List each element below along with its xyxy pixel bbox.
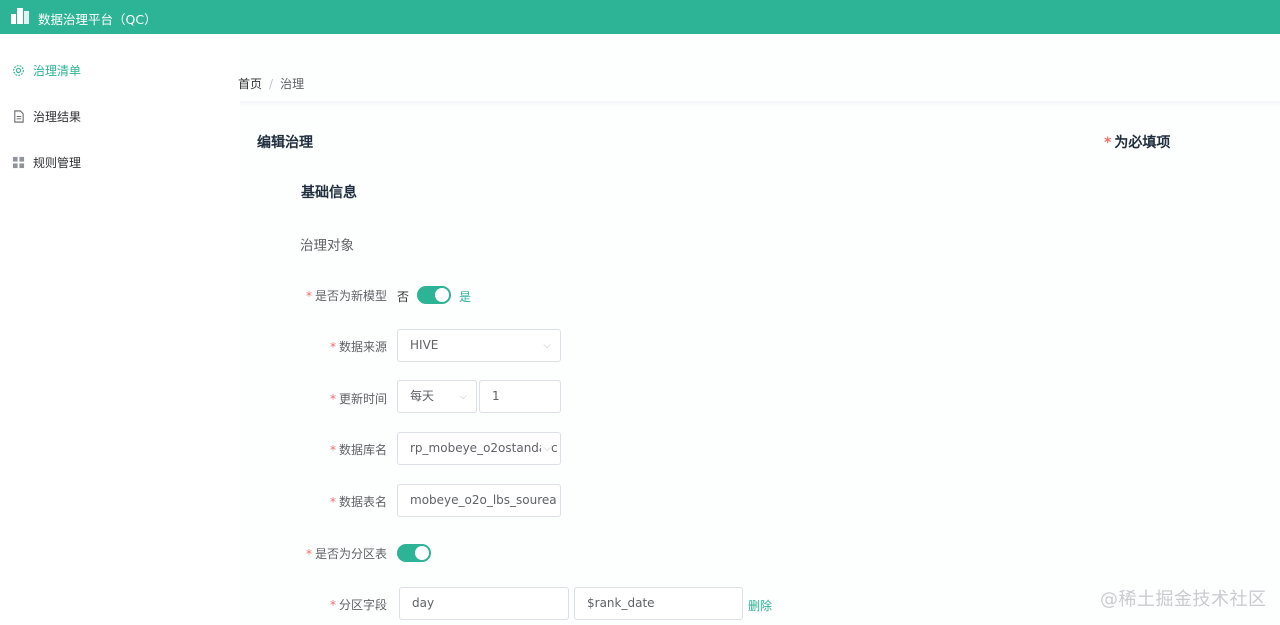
- breadcrumb-separator: /: [269, 77, 274, 91]
- required-star: *: [329, 598, 336, 612]
- is-new-model-on-text: 是: [459, 290, 472, 304]
- data-source-select[interactable]: HIVE ⌵: [397, 329, 561, 362]
- sidebar-item-rule-management[interactable]: 规则管理: [12, 152, 81, 172]
- sidebar-item-label: 治理清单: [33, 63, 82, 78]
- chevron-down-icon: ⌵: [541, 433, 551, 464]
- breadcrumb-current: 治理: [280, 77, 305, 91]
- database-select[interactable]: rp_mobeye_o2ostandarc ⌵: [397, 432, 561, 465]
- page-title: 编辑治理: [257, 135, 313, 151]
- required-star: *: [329, 340, 336, 354]
- grid-icon: [12, 156, 25, 168]
- toggle-knob: [415, 546, 429, 560]
- update-frequency-select[interactable]: 每天 ⌵: [397, 380, 477, 413]
- required-star: *: [329, 495, 336, 509]
- divider: [240, 101, 1280, 107]
- breadcrumb-home[interactable]: 首页: [238, 77, 262, 91]
- sidebar: 治理清单 治理结果 规则管理: [0, 34, 225, 625]
- table-label: * 数据表名: [257, 493, 387, 510]
- database-label: * 数据库名: [257, 441, 387, 458]
- update-frequency-value: 每天: [410, 389, 435, 403]
- gear-icon: [13, 64, 24, 76]
- document-icon: [14, 109, 24, 123]
- update-time-label: * 更新时间: [257, 390, 387, 407]
- is-partitioned-label: * 是否为分区表: [257, 545, 387, 562]
- required-star: *: [1104, 135, 1112, 151]
- required-star: *: [305, 547, 312, 561]
- chevron-down-icon: ⌵: [543, 340, 551, 351]
- sidebar-item-label: 规则管理: [33, 155, 82, 170]
- is-new-model-off-text: 否: [397, 290, 410, 304]
- is-new-model-toggle[interactable]: [417, 286, 451, 304]
- partition-value-input[interactable]: $rank_date: [574, 587, 743, 620]
- section-subtitle: 治理对象: [300, 238, 354, 254]
- database-label-text: 数据库名: [338, 443, 387, 457]
- required-star: *: [329, 392, 336, 406]
- table-input[interactable]: mobeye_o2o_lbs_sourea: [397, 484, 561, 517]
- sidebar-item-governance-results[interactable]: 治理结果: [12, 106, 81, 126]
- sidebar-item-label: 治理结果: [33, 109, 82, 124]
- section-title: 基础信息: [301, 185, 357, 201]
- database-value: rp_mobeye_o2ostandarc: [410, 441, 558, 455]
- breadcrumb: 首页 / 治理: [238, 75, 304, 92]
- data-source-label-text: 数据来源: [338, 340, 387, 354]
- delete-partition-link[interactable]: 删除: [748, 597, 772, 614]
- update-time-label-text: 更新时间: [338, 392, 387, 406]
- is-partitioned-label-text: 是否为分区表: [314, 547, 387, 561]
- top-bar: 数据治理平台（QC）: [0, 0, 1280, 34]
- building-icon: [11, 8, 29, 24]
- update-time-input[interactable]: 1: [479, 380, 561, 413]
- required-star: *: [305, 289, 312, 303]
- partition-value-value: $rank_date: [587, 596, 655, 610]
- data-source-value: HIVE: [410, 338, 439, 352]
- app-title: 数据治理平台（QC）: [38, 12, 157, 27]
- table-label-text: 数据表名: [338, 495, 387, 509]
- required-note-text: 为必填项: [1114, 135, 1171, 151]
- partition-label: * 分区字段: [257, 596, 387, 613]
- toggle-knob: [435, 288, 449, 302]
- chevron-down-icon: ⌵: [459, 391, 467, 402]
- watermark: @稀土掘金技术社区: [1100, 589, 1267, 610]
- is-new-model-label: * 是否为新模型: [257, 287, 387, 304]
- table-value: mobeye_o2o_lbs_sourea: [410, 493, 557, 507]
- is-new-model-label-text: 是否为新模型: [314, 289, 387, 303]
- sidebar-item-governance-list[interactable]: 治理清单: [12, 60, 81, 80]
- partition-field-value: day: [412, 596, 435, 610]
- partition-field-input[interactable]: day: [399, 587, 569, 620]
- required-star: *: [329, 443, 336, 457]
- partition-label-text: 分区字段: [338, 598, 387, 612]
- data-source-label: * 数据来源: [257, 338, 387, 355]
- is-partitioned-toggle[interactable]: [397, 544, 431, 562]
- content-area: [240, 34, 1280, 625]
- update-time-value: 1: [492, 389, 500, 403]
- required-note: * 为必填项: [1104, 132, 1170, 152]
